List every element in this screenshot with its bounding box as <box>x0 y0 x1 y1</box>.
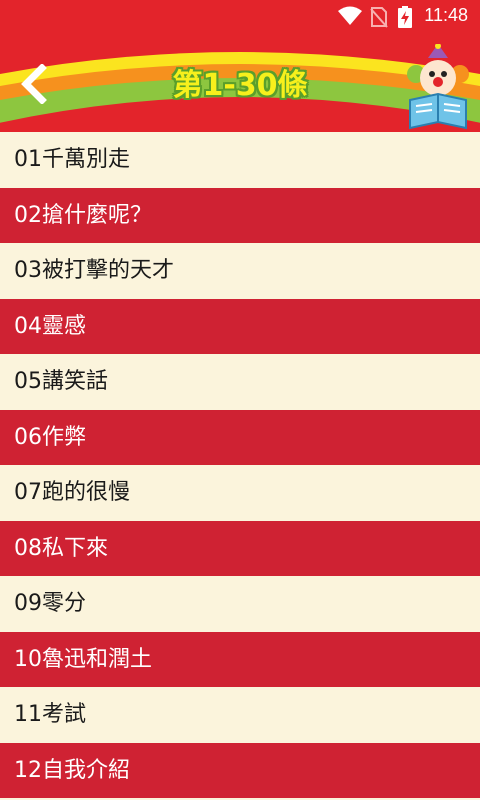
list-item[interactable]: 12自我介紹 <box>0 742 480 798</box>
list-item[interactable]: 06作弊 <box>0 409 480 465</box>
list-item[interactable]: 05講笑話 <box>0 354 480 410</box>
clown-mascot-icon <box>407 44 469 130</box>
joke-list: 01千萬別走 02搶什麼呢？ 03被打擊的天才 04靈感 05講笑話 06作弊 … <box>0 132 480 798</box>
list-item[interactable]: 08私下來 <box>0 520 480 576</box>
list-item[interactable]: 07跑的很慢 <box>0 465 480 521</box>
list-item[interactable]: 02搶什麼呢？ <box>0 187 480 243</box>
list-item[interactable]: 10魯迅和潤土 <box>0 631 480 687</box>
status-time: 11:48 <box>424 5 468 25</box>
header-banner: 第1-30條 <box>0 32 480 132</box>
wifi-icon <box>338 6 362 25</box>
battery-charging-icon <box>398 6 412 28</box>
list-item[interactable]: 11考試 <box>0 687 480 743</box>
list-item[interactable]: 01千萬別走 <box>0 132 480 188</box>
list-item[interactable]: 03被打擊的天才 <box>0 243 480 299</box>
status-bar: 11:48 <box>0 0 480 32</box>
list-item[interactable]: 04靈感 <box>0 298 480 354</box>
no-sim-icon <box>370 7 388 28</box>
list-item[interactable]: 09零分 <box>0 576 480 632</box>
